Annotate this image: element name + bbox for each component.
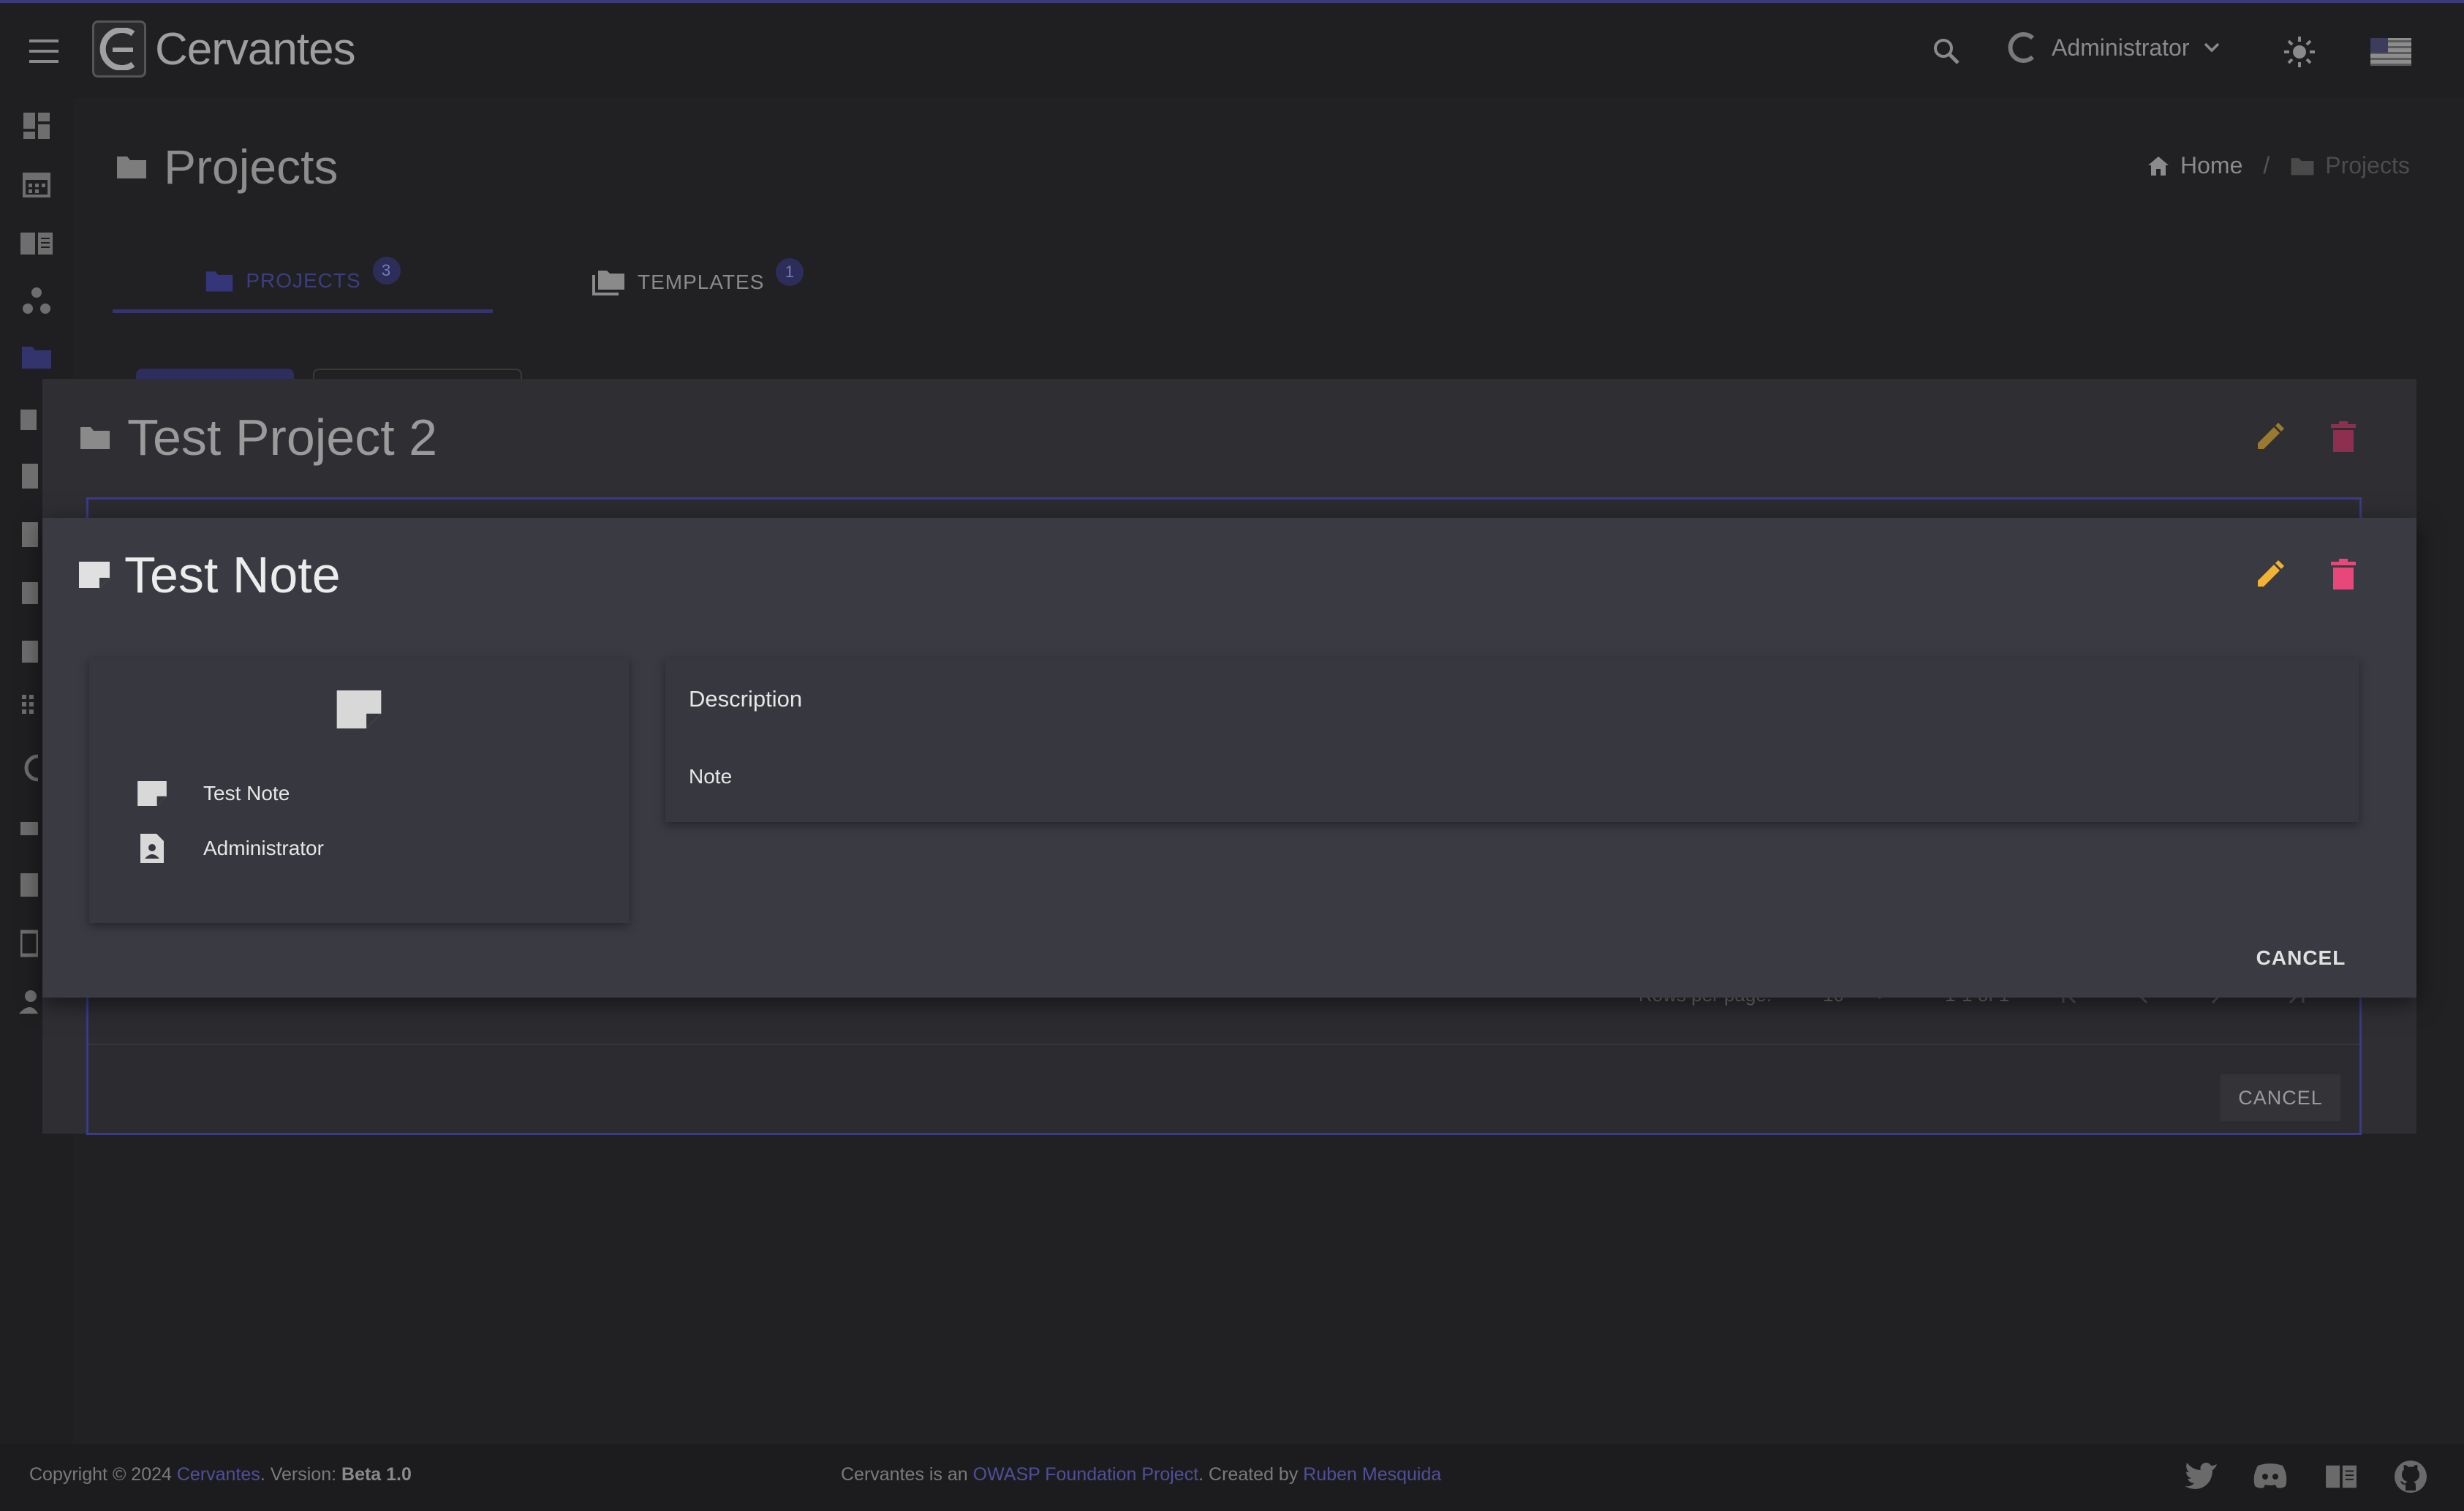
project-dialog-header: Test Project 2 bbox=[79, 408, 437, 467]
breadcrumb-current: Projects bbox=[2325, 152, 2410, 178]
created-by-label: . Created by bbox=[1198, 1464, 1299, 1485]
folders-icon bbox=[592, 271, 624, 295]
folder-icon bbox=[116, 154, 148, 180]
brand-link[interactable]: Cervantes bbox=[177, 1464, 260, 1485]
note-icon[interactable] bbox=[22, 461, 38, 490]
note-author-row: Administrator bbox=[140, 834, 324, 863]
search-icon[interactable] bbox=[1932, 37, 1961, 66]
tab-label: TEMPLATES bbox=[638, 271, 765, 293]
version-value: Beta 1.0 bbox=[341, 1464, 412, 1485]
credits-prefix: Cervantes is an bbox=[841, 1464, 968, 1485]
note-dialog-header: Test Note bbox=[79, 546, 341, 604]
edit-icon[interactable] bbox=[2255, 423, 2284, 452]
github-icon[interactable] bbox=[2394, 1460, 2427, 1493]
page-header: Projects bbox=[116, 139, 338, 195]
app-name: Cervantes bbox=[155, 23, 356, 75]
documents-icon[interactable] bbox=[20, 929, 38, 958]
note-dialog: Test Note Test Note Administrator Descri… bbox=[42, 518, 2416, 998]
edit-icon[interactable] bbox=[2255, 560, 2284, 589]
cancel-button[interactable]: CANCEL bbox=[2239, 935, 2363, 981]
delete-icon[interactable] bbox=[2331, 559, 2356, 589]
chevron-down-icon bbox=[2203, 42, 2221, 53]
folder-icon bbox=[79, 424, 111, 451]
breadcrumb-separator: / bbox=[2263, 152, 2270, 178]
discord-icon[interactable] bbox=[2253, 1463, 2287, 1489]
tab-templates[interactable]: TEMPLATES 1 bbox=[592, 252, 885, 313]
us-flag-icon[interactable] bbox=[2370, 38, 2411, 66]
description-card: Description Note bbox=[665, 658, 2359, 822]
project-title: Test Project 2 bbox=[127, 409, 438, 466]
note-author: Administrator bbox=[203, 837, 324, 859]
author-link[interactable]: Ruben Mesquida bbox=[1303, 1464, 1441, 1485]
menu-icon[interactable] bbox=[29, 39, 67, 64]
dashboard-icon[interactable] bbox=[22, 111, 51, 140]
projects-folder-icon[interactable] bbox=[20, 344, 53, 370]
cancel-button[interactable]: CANCEL bbox=[2221, 1074, 2340, 1121]
apps-icon[interactable] bbox=[22, 695, 38, 717]
clock-icon[interactable] bbox=[20, 753, 38, 783]
contact-icon[interactable] bbox=[20, 870, 38, 900]
theme-toggle-icon[interactable] bbox=[2283, 35, 2316, 69]
users-icon[interactable] bbox=[19, 987, 38, 1017]
book-icon[interactable] bbox=[19, 228, 54, 257]
tasks-icon[interactable] bbox=[22, 519, 38, 549]
breadcrumb: Home / Projects bbox=[2147, 152, 2410, 179]
bug-icon[interactable] bbox=[22, 578, 38, 607]
note-name: Test Note bbox=[203, 782, 290, 805]
tab-label: PROJECTS bbox=[246, 268, 361, 292]
page-title: Projects bbox=[164, 140, 339, 194]
copyright-text: Copyright © 2024 bbox=[29, 1464, 172, 1485]
clients-icon[interactable] bbox=[20, 287, 53, 316]
note-title: Test Note bbox=[124, 546, 341, 603]
note-icon bbox=[137, 781, 167, 806]
user-menu[interactable]: Administrator bbox=[2005, 31, 2221, 64]
app-logo[interactable]: Cervantes bbox=[92, 20, 356, 78]
footer: Copyright © 2024 Cervantes. Version: Bet… bbox=[0, 1444, 2464, 1511]
tab-count-badge: 3 bbox=[372, 256, 401, 285]
cervantes-logo-icon bbox=[92, 20, 146, 78]
footer-credits: Cervantes is an OWASP Foundation Project… bbox=[841, 1464, 1441, 1485]
owasp-link[interactable]: OWASP Foundation Project bbox=[973, 1464, 1198, 1485]
home-icon bbox=[2147, 155, 2170, 177]
avatar bbox=[2005, 31, 2038, 64]
note-name-row: Test Note bbox=[137, 781, 290, 806]
calendar-icon[interactable] bbox=[22, 170, 51, 199]
tab-projects[interactable]: PROJECTS 3 bbox=[113, 252, 493, 313]
twitter-icon[interactable] bbox=[2185, 1461, 2217, 1489]
contact-card-icon bbox=[140, 834, 164, 863]
note-icon bbox=[79, 562, 110, 588]
cancel-label: CANCEL bbox=[2238, 1086, 2323, 1109]
tab-count-badge: 1 bbox=[776, 258, 804, 286]
shield-icon[interactable] bbox=[22, 636, 38, 666]
cloud-upload-icon[interactable] bbox=[20, 812, 38, 841]
footer-copyright: Copyright © 2024 Cervantes. Version: Bet… bbox=[29, 1464, 412, 1485]
note-icon bbox=[336, 690, 382, 728]
book-icon[interactable] bbox=[2324, 1463, 2359, 1491]
folder-icon bbox=[206, 271, 233, 292]
delete-icon[interactable] bbox=[2331, 421, 2356, 452]
description-label: Description bbox=[689, 686, 803, 712]
version-label: . Version: bbox=[260, 1464, 337, 1485]
top-app-bar: Cervantes Administrator bbox=[0, 0, 2464, 98]
note-info-card: Test Note Administrator bbox=[89, 658, 629, 923]
user-name: Administrator bbox=[2052, 34, 2190, 61]
folder-icon bbox=[2290, 156, 2315, 176]
briefcase-icon[interactable] bbox=[20, 402, 37, 432]
description-value: Note bbox=[689, 765, 733, 788]
breadcrumb-home[interactable]: Home bbox=[2180, 152, 2242, 179]
divider bbox=[88, 1044, 2359, 1045]
